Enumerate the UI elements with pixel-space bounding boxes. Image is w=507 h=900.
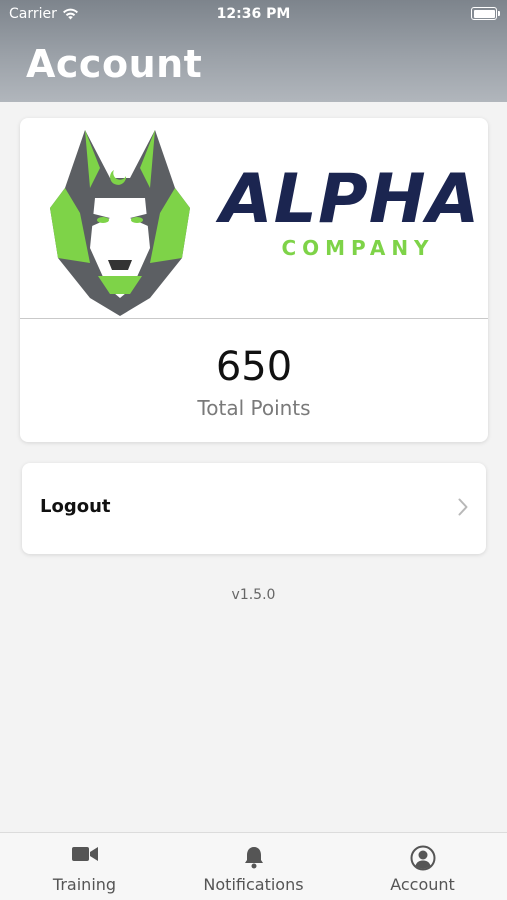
tab-notifications-label: Notifications xyxy=(203,875,304,894)
team-card: ALPHA COMPANY 650 Total Points xyxy=(20,118,488,442)
tab-account-label: Account xyxy=(390,875,455,894)
brand-primary-text: ALPHA xyxy=(220,160,481,239)
app-version: v1.5.0 xyxy=(231,587,276,603)
brand-secondary-text: COMPANY xyxy=(281,236,435,260)
status-bar: Carrier 12:36 PM xyxy=(0,0,507,28)
tab-training[interactable]: Training xyxy=(0,833,169,900)
tab-account[interactable]: Account xyxy=(338,833,507,900)
status-time: 12:36 PM xyxy=(216,6,291,22)
chevron-right-icon xyxy=(458,498,468,516)
bell-icon xyxy=(244,847,263,869)
page-title: Account xyxy=(26,42,203,86)
tab-notifications[interactable]: Notifications xyxy=(169,833,338,900)
total-points-label: Total Points xyxy=(197,396,311,420)
brand-wordmark: ALPHA COMPANY xyxy=(220,160,481,261)
team-logo: ALPHA COMPANY xyxy=(20,118,488,318)
logout-label: Logout xyxy=(40,496,111,517)
card-divider xyxy=(20,318,488,319)
battery-icon xyxy=(471,7,500,20)
logout-button[interactable]: Logout xyxy=(22,463,486,554)
navigation-header: Carrier 12:36 PM Account xyxy=(0,0,507,102)
video-camera-icon xyxy=(71,847,98,861)
tab-bar: Training Notifications Account xyxy=(0,832,507,900)
user-circle-icon xyxy=(410,845,435,871)
total-points-value: 650 xyxy=(215,344,293,390)
tab-training-label: Training xyxy=(52,875,117,894)
